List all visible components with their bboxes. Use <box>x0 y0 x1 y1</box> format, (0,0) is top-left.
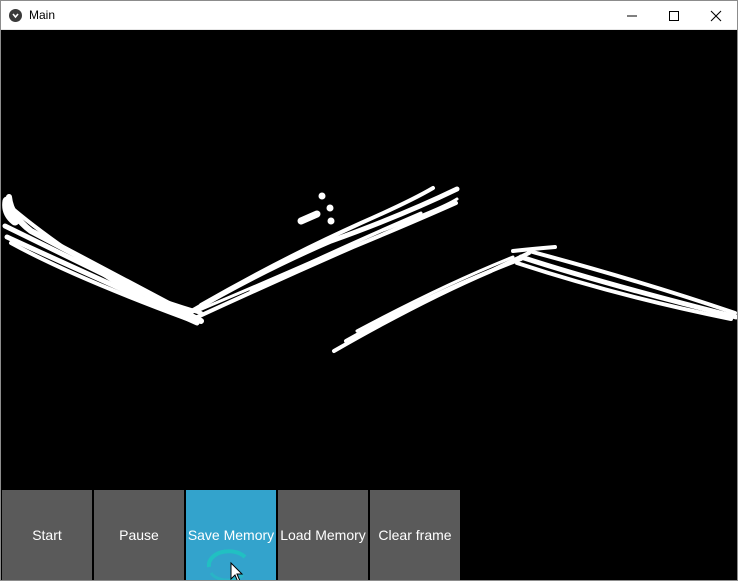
drawing-strokes <box>2 186 737 353</box>
minimize-button[interactable] <box>611 1 653 30</box>
close-icon <box>710 10 722 21</box>
close-button[interactable] <box>695 1 737 30</box>
window-title: Main <box>29 8 56 22</box>
load-memory-button[interactable]: Load Memory <box>278 490 368 580</box>
start-button[interactable]: Start <box>2 490 92 580</box>
maximize-button[interactable] <box>653 1 695 30</box>
app-window: Main Start Pause Save Memory Load Memory… <box>0 0 738 581</box>
clear-frame-button[interactable]: Clear frame <box>370 490 460 580</box>
button-bar: Start Pause Save Memory Load Memory Clea… <box>1 489 737 580</box>
maximize-icon <box>669 10 679 21</box>
app-icon <box>9 9 22 22</box>
pause-button[interactable]: Pause <box>94 490 184 580</box>
title-bar[interactable]: Main <box>1 1 737 30</box>
minimize-icon <box>627 15 637 16</box>
save-memory-button[interactable]: Save Memory <box>186 490 276 580</box>
drawing-canvas[interactable] <box>1 30 737 489</box>
